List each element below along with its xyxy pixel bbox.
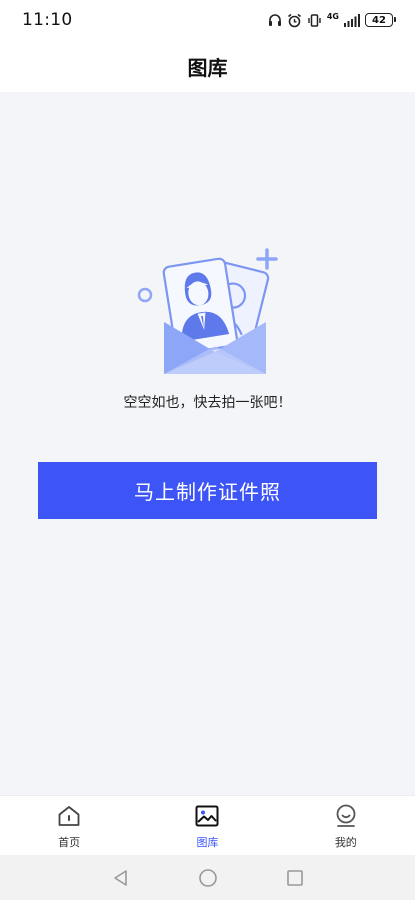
tab-profile-label: 我的 [334, 836, 357, 849]
page-title: 图库 [187, 55, 228, 80]
gallery-icon [195, 805, 219, 827]
tab-profile[interactable]: 我的 [277, 796, 415, 855]
bottom-tab-bar: 首页 图库 我的 [0, 795, 415, 855]
make-id-photo-button[interactable]: 马上制作证件照 [38, 462, 377, 519]
plus-icon [256, 248, 278, 270]
status-bar: 11:10 4G 42 [0, 0, 415, 40]
tab-home-label: 首页 [58, 836, 81, 849]
home-icon [58, 806, 80, 826]
gallery-main: 空空如也，快去拍一张吧！ 马上制作证件照 [0, 92, 415, 795]
signal-icon [344, 13, 360, 27]
network-type: 4G [326, 12, 339, 21]
tab-gallery[interactable]: 图库 [138, 796, 276, 855]
system-nav-bar [0, 855, 415, 900]
headphones-icon [268, 14, 281, 26]
home-circle-icon[interactable] [198, 868, 218, 888]
tab-home[interactable]: 首页 [0, 796, 138, 855]
tab-gallery-label: 图库 [196, 836, 219, 849]
decor-circle [137, 287, 153, 303]
battery-icon: 42 [365, 13, 396, 27]
profile-icon [336, 804, 356, 827]
app-header: 图库 [0, 40, 415, 92]
back-icon[interactable] [112, 869, 130, 887]
status-time: 11:10 [22, 10, 73, 30]
status-icons: 4G 42 [268, 11, 396, 29]
recents-icon[interactable] [286, 869, 304, 887]
vibrate-icon [308, 13, 321, 27]
empty-gallery-illustration [137, 248, 278, 374]
alarm-icon [287, 13, 301, 27]
empty-message: 空空如也，快去拍一张吧！ [123, 395, 292, 411]
